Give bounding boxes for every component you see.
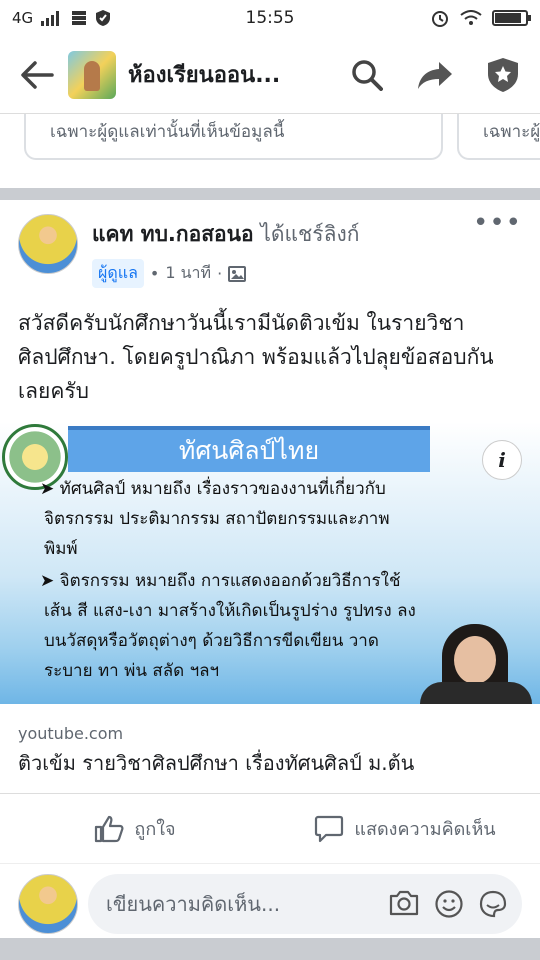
camera-icon[interactable] [388, 889, 420, 917]
search-icon [352, 59, 383, 91]
storage-icon [72, 11, 87, 25]
comment-composer: เขียนความคิดเห็น... [0, 864, 540, 944]
status-bar: 4G 15:55 [0, 0, 540, 36]
info-button[interactable]: i [482, 440, 522, 480]
group-thumbnail[interactable] [68, 50, 116, 99]
slide-banner: ทัศนศิลป์ไทย [68, 426, 430, 472]
search-button[interactable] [344, 52, 390, 98]
admin-badge: ผู้ดูแล [92, 259, 144, 288]
arrow-left-icon [21, 60, 54, 89]
comment-bubble-icon [315, 815, 344, 842]
signal-icon [41, 11, 60, 26]
more-options-button[interactable]: ••• [473, 208, 522, 288]
slide-line: จิตรกรรม ประติมากรรม สถาปัตยกรรมและภาพ [44, 509, 390, 529]
app-bar: ห้องเรียนออน... [0, 36, 540, 114]
admin-only-text: เฉพาะผู้ [483, 122, 540, 142]
like-label: ถูกใจ [134, 819, 176, 840]
clock: 15:55 [245, 8, 295, 28]
author-name[interactable]: แคท ทบ.กอสอนอ [92, 222, 254, 246]
slide-line: บนวัสดุหรือวัตถุต่างๆ ด้วยวิธีการขีดเขีย… [44, 631, 379, 651]
avatar [18, 874, 78, 934]
post-time[interactable]: 1 นาที [165, 261, 211, 286]
link-info[interactable]: youtube.com ติวเข้ม รายวิชาศิลปศึกษา เรื… [0, 704, 540, 794]
group-privacy-icon [228, 265, 247, 282]
slide-line: ➤ จิตรกรรม หมายถึง การแสดงออกด้วยวิธีการ… [40, 571, 401, 591]
comment-label: แสดงความคิดเห็น [354, 819, 496, 840]
slide-line: ระบาย ทา พ่น สลัด ฯลฯ [44, 661, 220, 681]
emoji-icon[interactable] [434, 889, 464, 919]
post-body: สวัสดีครับนักศึกษาวันนี้เรามีนัดติวเข้ม … [18, 311, 494, 403]
comment-button[interactable]: แสดงความคิดเห็น [270, 814, 540, 843]
section-divider [0, 188, 540, 200]
shared-link-text: ได้แชร์ลิงก์ [260, 222, 360, 246]
group-title[interactable]: ห้องเรียนออน... [128, 57, 344, 92]
shield-status-icon [96, 10, 111, 26]
slide-line: พิมพ์ [44, 539, 78, 559]
back-button[interactable] [14, 52, 60, 98]
share-button[interactable] [412, 52, 458, 98]
section-divider [0, 938, 540, 960]
admin-only-card[interactable]: เฉพาะผู้ดูแลเท่านั้นที่เห็นข้อมูลนี้ [24, 114, 443, 160]
link-title: ติวเข้ม รายวิชาศิลปศึกษา เรื่องทัศนศิลป์… [18, 751, 415, 775]
comment-placeholder: เขียนความคิดเห็น... [106, 892, 281, 916]
sticker-icon[interactable] [478, 889, 508, 919]
like-button[interactable]: ถูกใจ [0, 814, 270, 843]
admin-tools-button[interactable] [480, 52, 526, 98]
comment-input[interactable]: เขียนความคิดเห็น... [88, 874, 522, 934]
previous-post-cards: เฉพาะผู้ดูแลเท่านั้นที่เห็นข้อมูลนี้ เฉพ… [0, 114, 540, 188]
link-domain: youtube.com [18, 724, 124, 743]
slide-text: ➤ ทัศนศิลป์ หมายถึง เรื่องราวของงานที่เก… [40, 474, 440, 686]
alarm-icon [432, 11, 448, 27]
avatar[interactable] [18, 214, 78, 274]
share-arrow-icon [418, 61, 452, 89]
network-label: 4G [12, 9, 34, 27]
post-actions: ถูกใจ แสดงความคิดเห็น [0, 794, 540, 864]
battery-icon [492, 10, 531, 26]
wifi-icon [460, 10, 482, 25]
link-preview-image[interactable]: ทัศนศิลป์ไทย i ➤ ทัศนศิลป์ หมายถึง เรื่อ… [0, 422, 540, 704]
admin-only-card[interactable]: เฉพาะผู้ [457, 114, 540, 160]
presenter-video-thumbnail [420, 624, 532, 704]
slide-line: เส้น สี แสง-เงา มาสร้างให้เกิดเป็นรูปร่า… [44, 601, 416, 621]
dot-separator: • [149, 264, 160, 283]
slide-line: ➤ ทัศนศิลป์ หมายถึง เรื่องราวของงานที่เก… [40, 479, 386, 499]
thumbs-up-icon [95, 815, 124, 842]
shield-star-icon [488, 57, 518, 92]
admin-only-text: เฉพาะผู้ดูแลเท่านั้นที่เห็นข้อมูลนี้ [50, 122, 285, 142]
post: แคท ทบ.กอสอนอ ได้แชร์ลิงก์ ผู้ดูแล • 1 น… [0, 200, 540, 944]
dot-separator: · [217, 264, 223, 283]
